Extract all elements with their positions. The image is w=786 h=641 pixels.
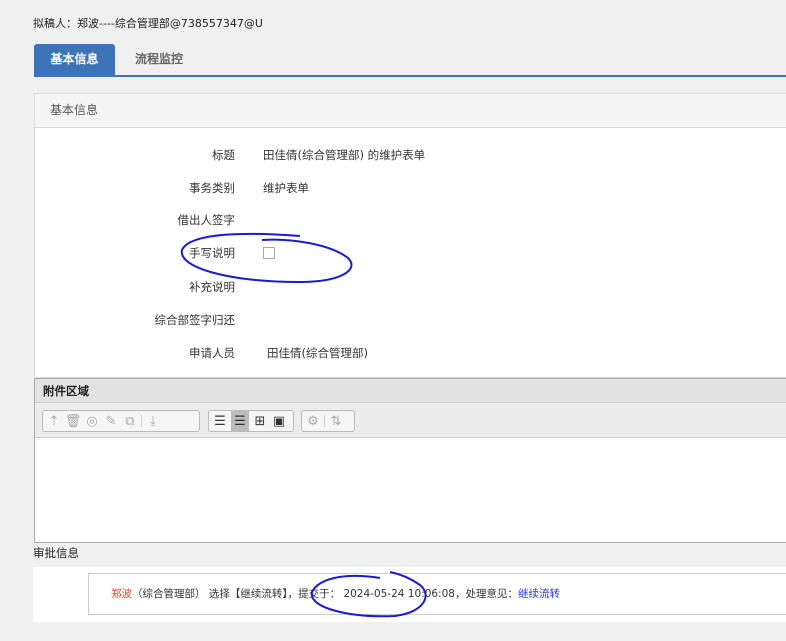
approval-record: 郑波（综合管理部） 选择【继续流转】，提交于： 2024-05-24 10:06… bbox=[88, 573, 786, 615]
approver-name: 郑波 bbox=[111, 588, 132, 600]
divider bbox=[141, 415, 142, 427]
delete-icon[interactable]: 🗑 bbox=[65, 413, 82, 429]
copy-icon[interactable]: ⧉ bbox=[122, 413, 138, 429]
tab-flow-monitor[interactable]: 流程监控 bbox=[116, 44, 202, 75]
approval-time: 2024-05-24 10:06:08 bbox=[343, 588, 455, 600]
broken-image-icon bbox=[263, 245, 275, 259]
edit-icon[interactable]: ✎ bbox=[103, 413, 119, 429]
thumbnail-view-icon[interactable]: ▣ bbox=[271, 413, 287, 429]
field-label: 借出人签字 bbox=[177, 213, 236, 227]
field-label: 补充说明 bbox=[189, 280, 235, 294]
field-label: 手写说明 bbox=[189, 246, 235, 260]
detail-view-icon[interactable]: ☰ bbox=[231, 411, 249, 431]
attachment-toolbar: ⇡ 🗑 ◎ ✎ ⧉ ⤓ ☰ ☰ ⊞ ▣ ⚙ ⇅ bbox=[35, 403, 786, 438]
tab-bar: 基本信息 流程监控 bbox=[34, 44, 786, 77]
tab-basic-info[interactable]: 基本信息 bbox=[34, 44, 115, 75]
field-label: 事务类别 bbox=[189, 181, 235, 195]
divider bbox=[324, 415, 325, 427]
approval-opinion: 继续流转 bbox=[517, 588, 560, 600]
field-label: 综合部签字归还 bbox=[154, 313, 236, 327]
approval-title: 审批信息 bbox=[33, 546, 79, 560]
field-value: 田佳倩(综合管理部) bbox=[267, 346, 368, 360]
field-value: 田佳倩(综合管理部) 的维护表单 bbox=[263, 148, 426, 162]
attachment-title: 附件区域 bbox=[35, 379, 786, 403]
approval-section: 郑波（综合管理部） 选择【继续流转】，提交于： 2024-05-24 10:06… bbox=[33, 567, 786, 622]
opinion-label: ，处理意见： bbox=[454, 588, 518, 600]
sort-icon[interactable]: ⇅ bbox=[328, 413, 344, 429]
basic-info-panel: 基本信息 标题 田佳倩(综合管理部) 的维护表单 事务类别 维护表单 借出人签字 手… bbox=[34, 93, 786, 378]
download-icon[interactable]: ⤓ bbox=[145, 413, 161, 429]
grid-view-icon[interactable]: ⊞ bbox=[252, 413, 268, 429]
upload-icon[interactable]: ⇡ bbox=[46, 413, 62, 429]
field-label: 申请人员 bbox=[189, 346, 235, 360]
drafter-info: 拟稿人：郑波----综合管理部@738557347@U bbox=[33, 17, 263, 30]
settings-icon[interactable]: ⚙ bbox=[305, 413, 321, 429]
list-view-icon[interactable]: ☰ bbox=[212, 413, 228, 429]
field-label: 标题 bbox=[212, 148, 235, 162]
field-value: 维护表单 bbox=[263, 181, 309, 195]
preview-icon[interactable]: ◎ bbox=[84, 413, 100, 429]
approval-action: 选择【继续流转】，提交于： bbox=[208, 588, 341, 600]
panel-title: 基本信息 bbox=[35, 94, 786, 128]
attachment-area: 附件区域 ⇡ 🗑 ◎ ✎ ⧉ ⤓ ☰ ☰ ⊞ ▣ ⚙ ⇅ bbox=[34, 378, 786, 543]
approver-dept: （综合管理部） bbox=[132, 588, 206, 600]
